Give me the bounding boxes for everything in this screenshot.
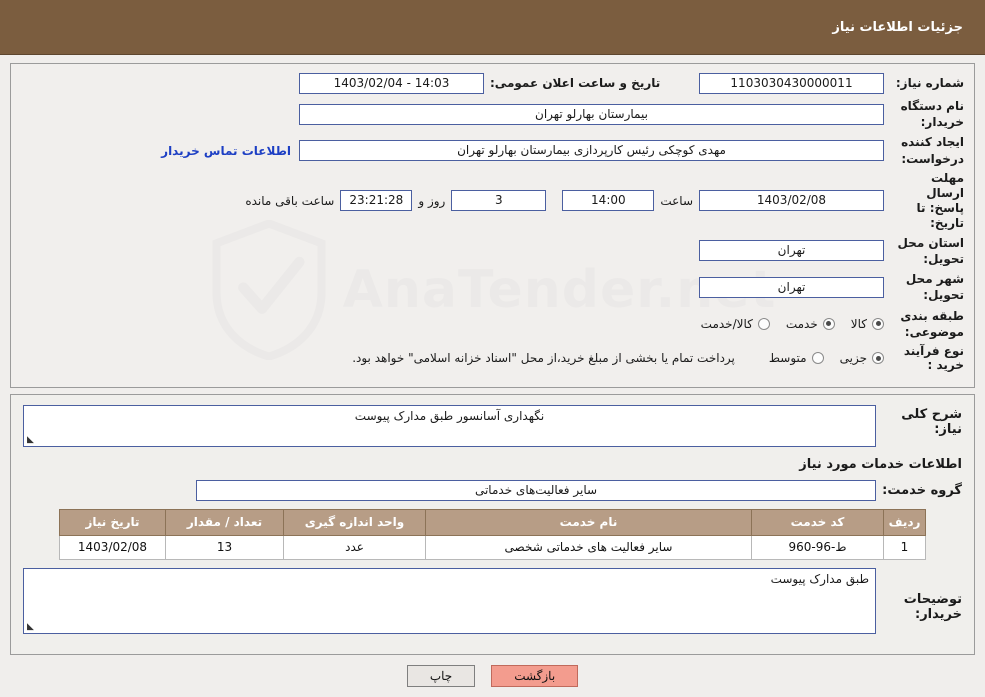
general-desc-label: شرح کلی نیاز: [901,406,962,437]
remaining-label: ساعت باقی مانده [245,193,335,208]
table-header-row: ردیف کد خدمت نام خدمت واحد اندازه گیری ت… [59,508,926,536]
row-need-number: شماره نیاز: 1103030430000011 تاریخ و ساع… [21,72,964,94]
radio-icon[interactable] [822,317,835,330]
need-number-value: 1103030430000011 [699,72,884,94]
buyer-notes-textarea[interactable]: طبق مدارک پیوست ◣ [23,567,876,634]
row-creator: ایجاد کننده درخواست: مهدی کوچکی رئیس کار… [21,134,964,166]
general-desc-value: نگهداری آسانسور طبق مدارک پیوست [354,408,545,423]
row-category: طبقه بندی موضوعی: کالا خدمت کالا/خدمت [21,308,964,340]
row-buyer-notes: توضیحات خریدار: طبق مدارک پیوست ◣ [23,567,962,634]
category-label: طبقه بندی موضوعی: [900,308,964,339]
buyer-contact-link[interactable]: اطلاعات تماس خریدار [153,144,299,158]
city-value: تهران [699,276,884,298]
creator-value: مهدی کوچکی رئیس کارپردازی بیمارستان بهار… [299,140,884,162]
cell-date: 1403/02/08 [59,534,166,560]
province-label: استان محل تحویل: [897,235,964,266]
buyer-org-value: بیمارستان بهارلو تهران [299,103,884,125]
purchase-type-label: نوع فرآیند خرید : [903,343,964,373]
radio-icon[interactable] [811,352,824,365]
cell-qty: 13 [165,534,284,560]
row-city: شهر محل تحویل: تهران [21,271,964,303]
resize-handle-icon[interactable]: ◣ [26,435,35,445]
services-section-title: اطلاعات خدمات مورد نیاز [799,456,962,472]
row-province: استان محل تحویل: تهران [21,235,964,267]
hour-label: ساعت [660,193,693,208]
purchase-note: پرداخت تمام یا بخشی از مبلغ خرید،از محل … [352,351,735,366]
row-deadline: مهلت ارسال پاسخ: تا تاریخ: 1403/02/08 سا… [21,171,964,231]
cell-row: 1 [883,534,926,560]
th-qty: تعداد / مقدار [165,508,284,536]
province-value: تهران [699,240,884,262]
radio-icon[interactable] [872,317,884,330]
resize-handle-icon[interactable]: ◣ [26,622,35,632]
cell-name: سایر فعالیت های خدماتی شخصی [425,534,752,560]
table-row: 1 ط-96-960 سایر فعالیت های خدماتی شخصی ع… [59,534,926,560]
general-desc-textarea[interactable]: نگهداری آسانسور طبق مدارک پیوست ◣ [23,404,876,447]
footer-actions: بازگشت چاپ [0,664,985,697]
need-details-panel: شرح کلی نیاز: نگهداری آسانسور طبق مدارک … [10,393,975,655]
deadline-hour-value: 14:00 [562,190,655,212]
deadline-date-value: 1403/02/08 [699,190,884,212]
page-header: جزئیات اطلاعات نیاز [0,0,985,55]
buyer-notes-label: توضیحات خریدار: [903,591,962,622]
cell-unit: عدد [283,534,426,560]
remaining-days-value: 3 [451,190,547,212]
buyer-org-label: نام دستگاه خریدار: [900,99,964,130]
days-label: روز و [418,193,446,208]
radio-label: کالا/خدمت [700,316,753,331]
back-button[interactable]: بازگشت [491,664,579,687]
cell-code: ط-96-960 [751,534,884,560]
th-date: تاریخ نیاز [59,508,166,536]
th-unit: واحد اندازه گیری [283,508,426,536]
th-row: ردیف [883,508,926,536]
buyer-notes-value: طبق مدارک پیوست [770,571,869,586]
announce-datetime-label: تاریخ و ساعت اعلان عمومی: [490,76,661,90]
deadline-label: مهلت ارسال پاسخ: تا تاریخ: [916,170,964,230]
need-summary-panel: شماره نیاز: 1103030430000011 تاریخ و ساع… [10,63,975,388]
row-buyer-org: نام دستگاه خریدار: بیمارستان بهارلو تهرا… [21,98,964,130]
radio-purchase-jozei[interactable]: جزیی [840,351,884,365]
radio-label: جزیی [839,351,867,366]
radio-label: کالا [850,316,867,331]
radio-icon[interactable] [872,352,884,365]
remaining-time-value: 23:21:28 [340,190,413,212]
th-code: کد خدمت [751,508,884,536]
items-table-wrap: ردیف کد خدمت نام خدمت واحد اندازه گیری ت… [23,508,962,560]
print-button[interactable]: چاپ [406,664,476,687]
radio-icon[interactable] [757,317,770,330]
service-group-label: گروه خدمت: [882,482,962,498]
radio-category-kala-khedmat[interactable]: کالا/خدمت [701,317,770,331]
service-group-value: سایر فعالیت‌های خدماتی [196,479,876,501]
city-label: شهر محل تحویل: [905,272,964,303]
row-service-group: گروه خدمت: سایر فعالیت‌های خدماتی [23,479,962,501]
radio-label: متوسط [768,351,807,366]
radio-label: خدمت [785,316,818,331]
need-number-label: شماره نیاز: [895,75,964,90]
announce-datetime-value: 14:03 - 1403/02/04 [299,72,484,94]
th-name: نام خدمت [425,508,752,536]
radio-category-khedmat[interactable]: خدمت [786,317,835,331]
radio-category-kala[interactable]: کالا [851,317,884,331]
row-purchase-type: نوع فرآیند خرید : جزیی متوسط پرداخت تمام… [21,344,964,373]
items-table: ردیف کد خدمت نام خدمت واحد اندازه گیری ت… [59,508,926,560]
radio-purchase-motavasset[interactable]: متوسط [769,351,824,365]
row-general-desc: شرح کلی نیاز: نگهداری آسانسور طبق مدارک … [23,404,962,447]
creator-label: ایجاد کننده درخواست: [901,135,964,166]
page-title: جزئیات اطلاعات نیاز [832,19,963,35]
page-body: شماره نیاز: 1103030430000011 تاریخ و ساع… [0,63,985,697]
